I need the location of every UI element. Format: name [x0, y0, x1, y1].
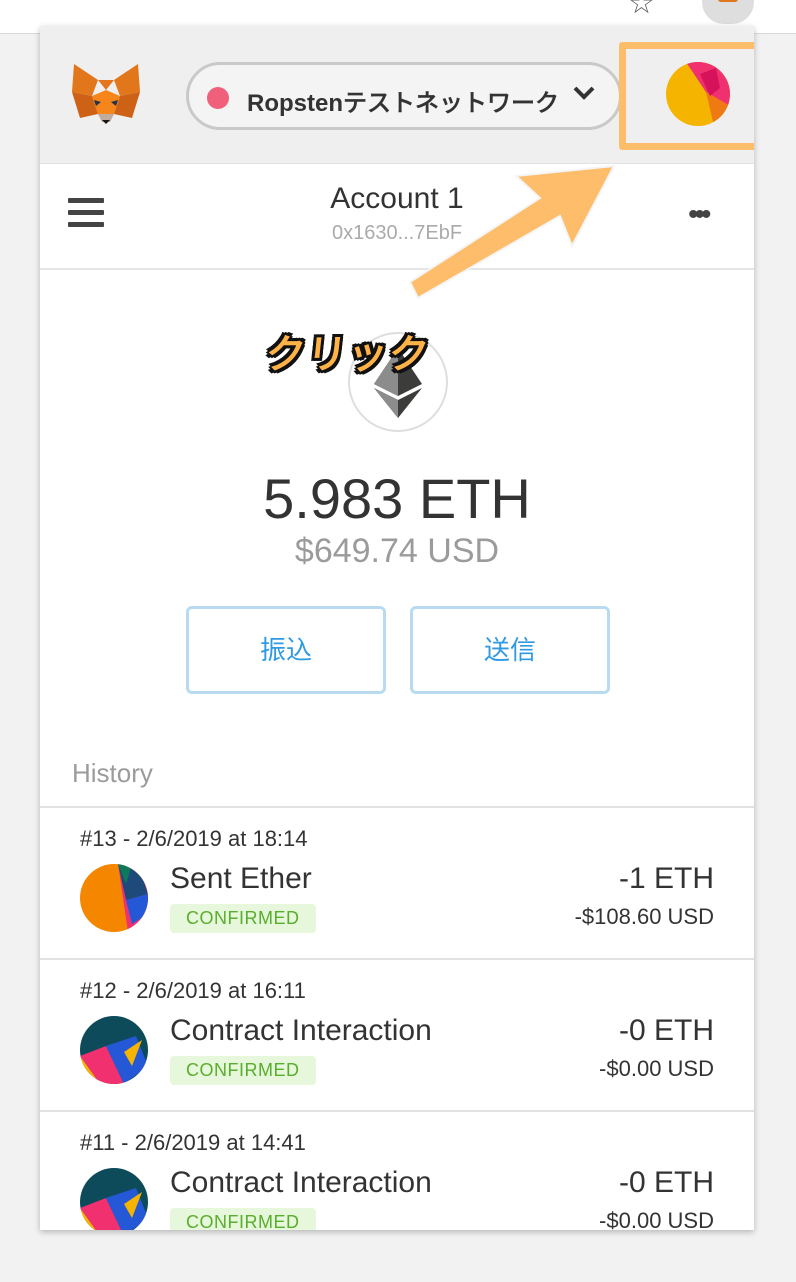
- tx-title: Contract Interaction: [170, 1166, 432, 1199]
- balance-usd: $649.74 USD: [294, 532, 500, 570]
- more-options-icon[interactable]: •••: [688, 198, 711, 232]
- tx-date: #12 - 2/6/2019 at 16:11: [80, 978, 306, 1003]
- tx-fiat: -$0.00 USD: [599, 1208, 714, 1230]
- tx-fiat: -$108.60 USD: [574, 904, 714, 929]
- balance-eth: 5.983 ETH: [263, 467, 531, 530]
- tx-amount: -0 ETH: [618, 1014, 714, 1047]
- annotation-highlight-box: [619, 42, 754, 150]
- transaction-row[interactable]: #13 - 2/6/2019 at 18:14 Sent Ether CONFI…: [40, 808, 754, 960]
- tx-title: Sent Ether: [170, 862, 312, 895]
- metamask-popup: Ropstenテストネットワーク Account 1 0x1630...7EbF…: [40, 26, 754, 1230]
- network-label: Ropstenテストネットワーク: [247, 90, 559, 117]
- tx-status-badge: CONFIRMED: [170, 904, 316, 933]
- click-annotation-label: クリック: [263, 333, 432, 377]
- tx-date: #11 - 2/6/2019 at 14:41: [80, 1130, 306, 1155]
- bookmark-star-icon[interactable]: ☆: [628, 0, 655, 21]
- tx-fiat: -$0.00 USD: [599, 1056, 714, 1081]
- network-status-dot: [207, 87, 229, 109]
- fox-mini-icon: [718, 0, 738, 2]
- history-heading: History: [72, 758, 153, 788]
- account-header: Account 1 0x1630...7EbF •••: [40, 164, 754, 270]
- metamask-extension-icon[interactable]: [702, 0, 754, 24]
- transaction-row[interactable]: #11 - 2/6/2019 at 14:41 Contract Interac…: [40, 1112, 754, 1230]
- metamask-fox-icon[interactable]: [70, 62, 142, 131]
- tx-identicon: [80, 1168, 148, 1230]
- tx-date: #13 - 2/6/2019 at 18:14: [80, 826, 308, 851]
- chevron-down-icon: [571, 79, 597, 112]
- account-address[interactable]: 0x1630...7EbF: [40, 222, 754, 245]
- top-bar: Ropstenテストネットワーク: [40, 26, 754, 164]
- tx-status-badge: CONFIRMED: [170, 1056, 316, 1085]
- tx-amount: -0 ETH: [618, 1166, 714, 1199]
- tx-identicon: [80, 1016, 148, 1084]
- account-name[interactable]: Account 1: [40, 182, 754, 216]
- tx-status-badge: CONFIRMED: [170, 1208, 316, 1230]
- deposit-button[interactable]: 振込: [186, 606, 386, 694]
- tx-identicon: [80, 864, 148, 932]
- send-button[interactable]: 送信: [410, 606, 610, 694]
- transaction-row[interactable]: #12 - 2/6/2019 at 16:11 Contract Interac…: [40, 960, 754, 1112]
- tx-amount: -1 ETH: [618, 862, 714, 895]
- tx-title: Contract Interaction: [170, 1014, 432, 1047]
- network-selector[interactable]: Ropstenテストネットワーク: [186, 62, 622, 130]
